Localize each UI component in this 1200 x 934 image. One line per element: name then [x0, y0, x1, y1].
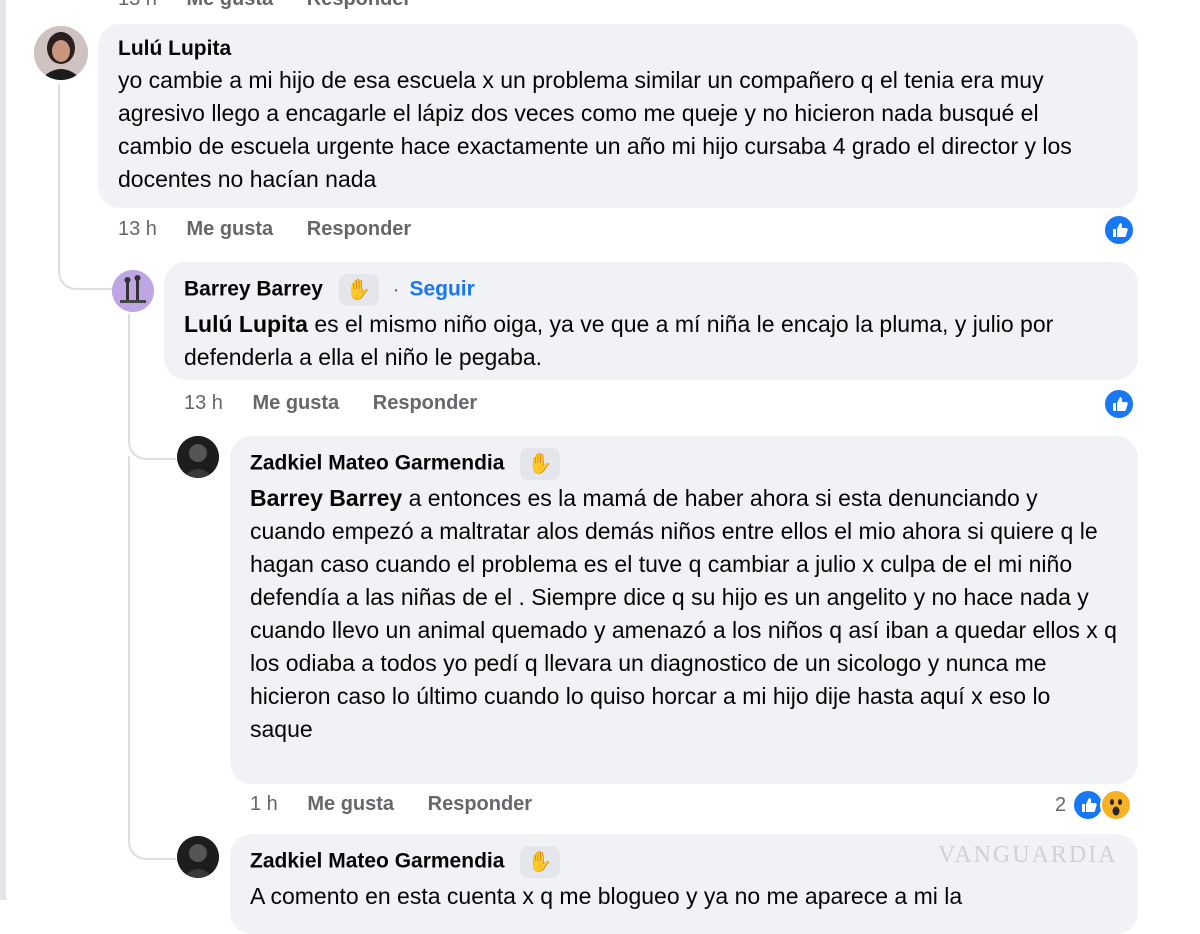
comment-text: A comento en esta cuenta x q me blogueo …	[250, 883, 963, 909]
comment-author[interactable]: Barrey Barrey	[184, 278, 323, 301]
thread-line	[128, 456, 130, 836]
window-left-edge	[0, 0, 6, 900]
follow-button[interactable]: Seguir	[409, 278, 474, 301]
comment-author[interactable]: Lulú Lupita	[118, 36, 1118, 62]
thread-connector	[58, 250, 112, 290]
reply-button[interactable]: Responder	[307, 0, 411, 10]
comment-author[interactable]: Zadkiel Mateo Garmendia	[250, 452, 504, 475]
like-icon[interactable]	[1103, 214, 1135, 246]
comment-body: Barrey Barrey a entonces es la mamá de h…	[250, 482, 1118, 746]
like-button[interactable]: Me gusta	[187, 218, 274, 240]
comment-text: yo cambie a mi hijo de esa escuela x un …	[118, 67, 1072, 192]
comment-header: Barrey Barrey ✋ · Seguir	[184, 274, 1118, 306]
mention-link[interactable]: Barrey Barrey	[250, 485, 402, 511]
comment-actions: 1 h Me gusta Responder	[250, 793, 560, 816]
mention-link[interactable]: Lulú Lupita	[184, 311, 308, 337]
comment-bubble: Zadkiel Mateo Garmendia ✋ Barrey Barrey …	[230, 436, 1138, 784]
reply-button[interactable]: Responder	[428, 793, 532, 815]
wave-hand-icon[interactable]: ✋	[520, 846, 561, 878]
watermark: VANGUARDIA	[938, 842, 1118, 868]
comment-header: Zadkiel Mateo Garmendia ✋	[250, 448, 1118, 480]
thread-connector	[128, 820, 176, 860]
wow-icon[interactable]	[1100, 789, 1132, 821]
thread-connector	[128, 420, 176, 460]
timestamp[interactable]: 13 h	[184, 392, 223, 414]
like-button[interactable]: Me gusta	[253, 392, 340, 414]
timestamp[interactable]: 13 h	[118, 218, 157, 240]
avatar[interactable]	[112, 270, 154, 312]
reaction-count[interactable]: 2	[1055, 794, 1066, 817]
avatar[interactable]	[177, 836, 219, 878]
comment-bubble: Barrey Barrey ✋ · Seguir Lulú Lupita es …	[164, 262, 1138, 380]
avatar[interactable]	[177, 436, 219, 478]
reply-button[interactable]: Responder	[373, 392, 477, 414]
timestamp[interactable]: 1 h	[250, 793, 278, 815]
comment-actions: 13 h Me gusta Responder	[184, 392, 505, 415]
comment-author[interactable]: Zadkiel Mateo Garmendia	[250, 850, 504, 873]
comment-text: a entonces es la mamá de haber ahora si …	[250, 485, 1117, 742]
separator-dot: ·	[392, 277, 400, 301]
like-button[interactable]: Me gusta	[307, 793, 394, 815]
like-button[interactable]: Me gusta	[187, 0, 274, 10]
like-icon[interactable]	[1103, 388, 1135, 420]
avatar[interactable]	[34, 26, 88, 80]
thread-line	[58, 84, 60, 254]
comment-body: Lulú Lupita es el mismo niño oiga, ya ve…	[184, 308, 1118, 374]
comment-text: es el mismo niño oiga, ya ve que a mí ni…	[184, 311, 1054, 370]
timestamp: 13 h	[118, 0, 157, 10]
reply-button[interactable]: Responder	[307, 218, 411, 240]
comment-bubble: Lulú Lupita yo cambie a mi hijo de esa e…	[98, 24, 1138, 208]
comment-actions: 13 h Me gusta Responder	[118, 218, 439, 241]
wave-hand-icon[interactable]: ✋	[520, 448, 561, 480]
wave-hand-icon[interactable]: ✋	[338, 274, 379, 306]
top-comment-actions: 13 h Me gusta Responder	[118, 0, 439, 11]
